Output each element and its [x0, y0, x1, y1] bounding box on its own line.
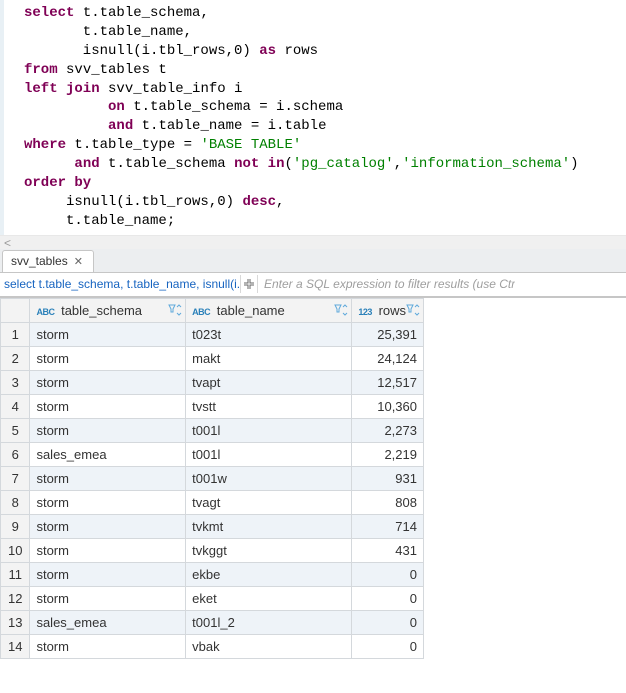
row-number[interactable]: 5 [1, 418, 30, 442]
cell-table-name[interactable]: t023t [186, 322, 352, 346]
row-number[interactable]: 3 [1, 370, 30, 394]
column-header-label: table_name [217, 303, 285, 318]
close-icon[interactable]: ✕ [74, 255, 83, 268]
column-filter-sort-icon[interactable] [406, 304, 420, 316]
cell-table-schema[interactable]: storm [30, 466, 186, 490]
cell-table-name[interactable]: t001w [186, 466, 352, 490]
cell-table-name[interactable]: eket [186, 586, 352, 610]
cell-table-name[interactable]: vbak [186, 634, 352, 658]
cell-rows[interactable]: 24,124 [352, 346, 424, 370]
column-header-label: rows [379, 303, 406, 318]
table-row[interactable]: 7stormt001w931 [1, 466, 424, 490]
editor-horizontal-scrollbar[interactable]: < [0, 235, 626, 249]
row-number[interactable]: 11 [1, 562, 30, 586]
table-row[interactable]: 2stormmakt24,124 [1, 346, 424, 370]
cell-table-name[interactable]: makt [186, 346, 352, 370]
row-number[interactable]: 6 [1, 442, 30, 466]
cell-rows[interactable]: 0 [352, 634, 424, 658]
tab-svv-tables[interactable]: svv_tables ✕ [2, 250, 94, 272]
cell-rows[interactable]: 10,360 [352, 394, 424, 418]
cell-table-schema[interactable]: storm [30, 538, 186, 562]
row-number[interactable]: 10 [1, 538, 30, 562]
cell-table-schema[interactable]: sales_emea [30, 442, 186, 466]
table-row[interactable]: 3stormtvapt12,517 [1, 370, 424, 394]
table-row[interactable]: 13sales_emeat001l_20 [1, 610, 424, 634]
cell-table-schema[interactable]: storm [30, 346, 186, 370]
cell-table-schema[interactable]: storm [30, 514, 186, 538]
column-filter-sort-icon[interactable] [334, 304, 348, 316]
column-type-badge: ABC [192, 307, 210, 317]
row-number[interactable]: 7 [1, 466, 30, 490]
table-row[interactable]: 14stormvbak0 [1, 634, 424, 658]
expand-icon[interactable] [240, 275, 258, 293]
row-number[interactable]: 1 [1, 322, 30, 346]
sql-editor[interactable]: select t.table_schema, t.table_name, isn… [0, 0, 626, 235]
table-row[interactable]: 4stormtvstt10,360 [1, 394, 424, 418]
table-row[interactable]: 11stormekbe0 [1, 562, 424, 586]
cell-rows[interactable]: 0 [352, 562, 424, 586]
row-number[interactable]: 13 [1, 610, 30, 634]
row-number[interactable]: 8 [1, 490, 30, 514]
cell-rows[interactable]: 714 [352, 514, 424, 538]
filter-sql-preview[interactable]: select t.table_schema, t.table_name, isn… [0, 277, 240, 291]
cell-table-name[interactable]: tvagt [186, 490, 352, 514]
cell-table-schema[interactable]: storm [30, 370, 186, 394]
cell-table-name[interactable]: tvkmt [186, 514, 352, 538]
cell-table-name[interactable]: t001l_2 [186, 610, 352, 634]
scroll-left-indicator: < [4, 236, 11, 250]
cell-rows[interactable]: 431 [352, 538, 424, 562]
cell-table-name[interactable]: ekbe [186, 562, 352, 586]
row-number[interactable]: 9 [1, 514, 30, 538]
cell-table-name[interactable]: tvapt [186, 370, 352, 394]
table-row[interactable]: 8stormtvagt808 [1, 490, 424, 514]
cell-table-schema[interactable]: storm [30, 490, 186, 514]
row-number[interactable]: 2 [1, 346, 30, 370]
table-row[interactable]: 10stormtvkggt431 [1, 538, 424, 562]
row-number[interactable]: 4 [1, 394, 30, 418]
cell-rows[interactable]: 25,391 [352, 322, 424, 346]
cell-table-schema[interactable]: sales_emea [30, 610, 186, 634]
results-filter-bar: select t.table_schema, t.table_name, isn… [0, 273, 626, 297]
results-tabbar: svv_tables ✕ [0, 249, 626, 273]
table-row[interactable]: 9stormtvkmt714 [1, 514, 424, 538]
cell-table-schema[interactable]: storm [30, 586, 186, 610]
column-header-rows[interactable]: 123 rows [352, 298, 424, 322]
cell-table-schema[interactable]: storm [30, 562, 186, 586]
cell-table-name[interactable]: tvstt [186, 394, 352, 418]
cell-rows[interactable]: 2,273 [352, 418, 424, 442]
cell-table-name[interactable]: t001l [186, 442, 352, 466]
grid-corner[interactable] [1, 298, 30, 322]
tab-label: svv_tables [11, 254, 68, 268]
cell-rows[interactable]: 12,517 [352, 370, 424, 394]
column-header-label: table_schema [61, 303, 142, 318]
cell-rows[interactable]: 2,219 [352, 442, 424, 466]
cell-table-name[interactable]: tvkggt [186, 538, 352, 562]
cell-table-schema[interactable]: storm [30, 322, 186, 346]
cell-table-schema[interactable]: storm [30, 418, 186, 442]
column-header-row: ABC table_schema ABC table_name 123 rows [1, 298, 424, 322]
cell-rows[interactable]: 0 [352, 586, 424, 610]
row-number[interactable]: 14 [1, 634, 30, 658]
cell-table-name[interactable]: t001l [186, 418, 352, 442]
table-row[interactable]: 1stormt023t25,391 [1, 322, 424, 346]
cell-rows[interactable]: 808 [352, 490, 424, 514]
column-type-badge: ABC [36, 307, 54, 317]
column-header-table-schema[interactable]: ABC table_schema [30, 298, 186, 322]
column-header-table-name[interactable]: ABC table_name [186, 298, 352, 322]
cell-table-schema[interactable]: storm [30, 394, 186, 418]
table-row[interactable]: 5stormt001l2,273 [1, 418, 424, 442]
table-row[interactable]: 12stormeket0 [1, 586, 424, 610]
cell-rows[interactable]: 931 [352, 466, 424, 490]
filter-input[interactable]: Enter a SQL expression to filter results… [258, 277, 515, 291]
column-type-badge: 123 [358, 307, 372, 317]
table-row[interactable]: 6sales_emeat001l2,219 [1, 442, 424, 466]
cell-rows[interactable]: 0 [352, 610, 424, 634]
results-grid: ABC table_schema ABC table_name 123 rows [0, 297, 626, 659]
column-filter-sort-icon[interactable] [168, 304, 182, 316]
row-number[interactable]: 12 [1, 586, 30, 610]
cell-table-schema[interactable]: storm [30, 634, 186, 658]
